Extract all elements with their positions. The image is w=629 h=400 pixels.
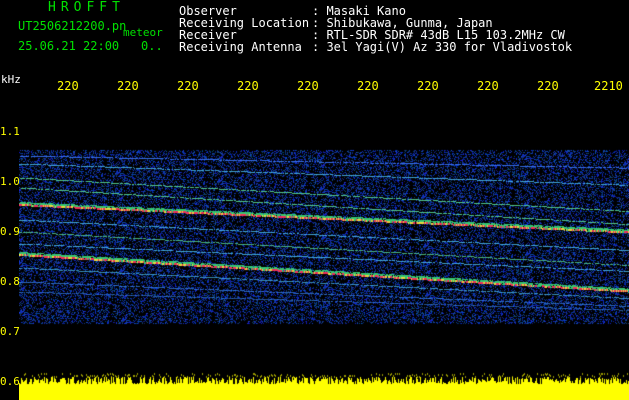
y-tick-label: 0.7 [0,325,20,338]
x-tick-label: 220 [417,79,439,93]
app-title: HROFFT [48,0,125,15]
y-axis-unit: kHz [1,73,21,86]
y-tick-label: 1.0 [0,175,20,188]
spectrogram-canvas [19,92,629,400]
x-tick-label: 220 [237,79,259,93]
x-tick-label: 220 [117,79,139,93]
datetime-label: 25.06.21 22:00 [18,39,120,53]
x-tick-label: 220 [357,79,379,93]
y-tick-label: 0.9 [0,225,20,238]
y-tick-label: 1.1 [0,125,20,138]
x-tick-label: 220 [177,79,199,93]
y-tick-label: 0.8 [0,275,20,288]
x-tick-label: 220 [537,79,559,93]
mode-label: meteor [123,26,163,39]
x-tick-label: 220 [297,79,319,93]
x-tick-label: 220 [477,79,499,93]
antenna-value: : 3el Yagi(V) Az 330 for Vladivostok [312,40,573,54]
x-tick-label: 220 [57,79,79,93]
hrofft-window: HROFFT UT2506212200.pn meteor 25.06.21 2… [0,0,629,400]
antenna-label: Receiving Antenna [179,40,302,54]
y-tick-label: 0.6 [0,375,20,388]
x-tick-label: 2210 [594,79,623,93]
truncated-value: 0.. [141,39,163,53]
file-name: UT2506212200.pn [18,19,127,33]
